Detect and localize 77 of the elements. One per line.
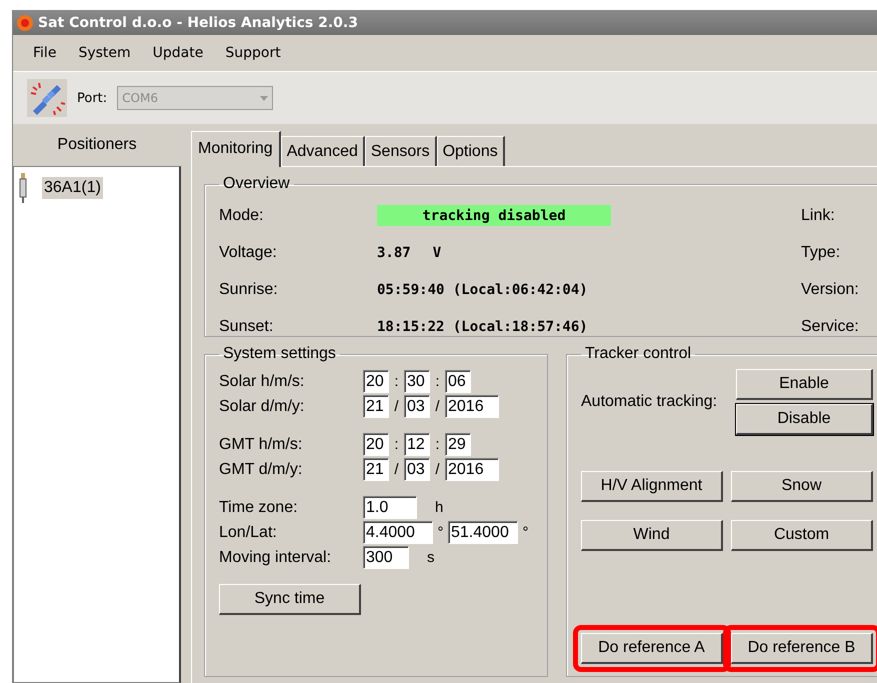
action-button[interactable]: Do reference B xyxy=(731,633,873,664)
action-button[interactable]: Snow xyxy=(731,471,873,502)
tab[interactable]: Advanced xyxy=(280,136,365,166)
unit-label: V xyxy=(432,244,442,260)
action-button[interactable]: Wind xyxy=(581,520,723,551)
sync-time-button[interactable]: Sync time xyxy=(219,584,361,615)
device-icon xyxy=(18,173,28,203)
separator: ° xyxy=(522,524,530,541)
field-label: Service: xyxy=(801,316,860,336)
menu-item[interactable]: Support xyxy=(225,45,293,61)
mode-status: tracking disabled xyxy=(377,205,611,226)
tab[interactable]: Options xyxy=(436,136,505,166)
field-label: Version: xyxy=(801,280,860,300)
tracking-button[interactable]: Disable xyxy=(736,404,873,435)
field-label: Type: xyxy=(801,242,842,262)
unit-label: s xyxy=(427,549,434,566)
input-field[interactable]: 21 xyxy=(363,458,389,481)
unit-label: h xyxy=(435,499,444,516)
field-value: 18:15:22 (Local:18:57:46) xyxy=(377,318,588,334)
group-title: Overview xyxy=(222,175,291,193)
input-field[interactable]: 21 xyxy=(363,395,389,418)
field-label: Solar h/m/s: xyxy=(219,372,306,390)
port-label: Port: xyxy=(77,90,108,106)
input-field[interactable]: 06 xyxy=(445,370,471,393)
separator: ° xyxy=(436,524,444,541)
dropdown-arrow-icon xyxy=(260,96,268,100)
separator: / xyxy=(393,461,400,478)
field-label: Automatic tracking: xyxy=(581,393,718,411)
panel-title: Positioners xyxy=(56,135,138,155)
field-value: 3.87 xyxy=(377,244,411,260)
field-label: Time zone: xyxy=(219,498,299,516)
field-value: 05:59:40 (Local:06:42:04) xyxy=(377,282,588,298)
separator: : xyxy=(434,436,441,453)
input-field[interactable]: 20 xyxy=(363,370,389,393)
field-label: GMT d/m/y: xyxy=(219,460,304,478)
separator: / xyxy=(434,461,441,478)
input-field[interactable]: 2016 xyxy=(445,395,499,418)
action-button[interactable]: Custom xyxy=(731,520,873,551)
separator: : xyxy=(393,436,400,453)
tree-item[interactable]: 36A1(1) xyxy=(42,177,103,199)
input-field[interactable]: 29 xyxy=(445,433,471,456)
group-title: System settings xyxy=(222,345,337,363)
field-label: GMT h/m/s: xyxy=(219,436,304,454)
separator: / xyxy=(393,398,400,415)
input-field[interactable]: 03 xyxy=(404,395,430,418)
action-button[interactable]: Do reference A xyxy=(581,633,723,664)
separator: : xyxy=(393,373,400,390)
app-icon xyxy=(16,14,34,32)
tab[interactable]: Sensors xyxy=(364,136,437,166)
action-button[interactable]: H/V Alignment xyxy=(581,471,723,502)
field-label: Link: xyxy=(801,206,836,226)
separator: / xyxy=(434,398,441,415)
field-label: Lon/Lat: xyxy=(219,524,278,542)
separator: : xyxy=(434,373,441,390)
tab[interactable]: Monitoring xyxy=(191,131,281,167)
field-label: Voltage: xyxy=(219,242,278,262)
disconnected-plug-icon[interactable] xyxy=(27,79,67,117)
field-label: Mode: xyxy=(219,206,264,226)
input-field[interactable]: 300 xyxy=(363,546,409,569)
menu-item[interactable]: Update xyxy=(152,45,216,61)
field-label: Sunset: xyxy=(219,316,274,336)
input-field[interactable]: 51.4000 xyxy=(448,521,518,544)
tracking-button[interactable]: Enable xyxy=(736,369,873,400)
menu-item[interactable]: File xyxy=(33,45,68,61)
input-field[interactable]: 2016 xyxy=(445,458,499,481)
input-field[interactable]: 03 xyxy=(404,458,430,481)
input-field[interactable]: 30 xyxy=(404,370,430,393)
field-label: Moving interval: xyxy=(219,548,332,566)
group-title: Tracker control xyxy=(584,345,692,363)
field-label: Solar d/m/y: xyxy=(219,398,306,416)
menu-item[interactable]: System xyxy=(78,45,143,61)
field-label: Sunrise: xyxy=(219,280,279,300)
input-field[interactable]: 1.0 xyxy=(363,496,417,519)
input-field[interactable]: 4.4000 xyxy=(363,521,433,544)
window-title: Sat Control d.o.o - Helios Analytics 2.0.3 xyxy=(38,14,358,30)
input-field[interactable]: 20 xyxy=(363,433,389,456)
input-field[interactable]: 12 xyxy=(404,433,430,456)
